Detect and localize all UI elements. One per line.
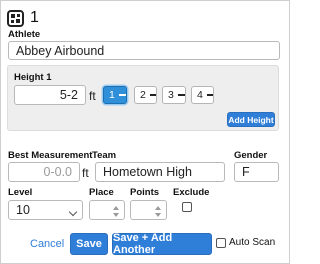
attempt-3-button[interactable]: 3 bbox=[162, 86, 186, 104]
athlete-entry-dialog: 1 Athlete Abbey Airbound Height 1 5-2 ft… bbox=[0, 0, 290, 264]
place-input[interactable] bbox=[89, 200, 125, 220]
height-value-input[interactable]: 5-2 bbox=[14, 85, 86, 105]
athlete-label: Athlete bbox=[8, 29, 41, 40]
dialog-header: 1 bbox=[7, 8, 39, 28]
stepper-icon[interactable] bbox=[154, 206, 161, 217]
chevron-down-icon bbox=[68, 207, 78, 217]
gender-label: Gender bbox=[234, 150, 268, 161]
level-value: 10 bbox=[16, 203, 30, 217]
attempt-1-button[interactable]: 1 bbox=[103, 86, 127, 104]
cancel-button[interactable]: Cancel bbox=[30, 238, 64, 250]
gender-input[interactable]: F bbox=[234, 162, 279, 182]
save-add-another-button[interactable]: Save + Add Another bbox=[112, 232, 212, 256]
attempt-4-button[interactable]: 4 bbox=[191, 86, 214, 104]
stepper-icon[interactable] bbox=[112, 206, 119, 217]
qr-code-icon[interactable] bbox=[7, 9, 24, 27]
best-measurement-unit: ft bbox=[82, 166, 89, 180]
height-unit: ft bbox=[89, 89, 96, 103]
save-button[interactable]: Save bbox=[70, 233, 108, 255]
add-height-button[interactable]: Add Height bbox=[227, 112, 275, 127]
points-input[interactable] bbox=[130, 200, 167, 220]
level-label: Level bbox=[8, 187, 33, 198]
athlete-number: 1 bbox=[30, 9, 39, 26]
best-measurement-input[interactable]: 0-0.0 bbox=[8, 162, 80, 182]
team-label: Team bbox=[92, 150, 117, 161]
best-measurement-label: Best Measurement bbox=[8, 150, 93, 161]
auto-scan-label: Auto Scan bbox=[229, 237, 276, 248]
exclude-checkbox[interactable] bbox=[182, 202, 192, 212]
dash-icon bbox=[149, 93, 156, 97]
dash-icon bbox=[118, 93, 126, 97]
level-select[interactable]: 10 bbox=[8, 200, 83, 220]
points-label: Points bbox=[130, 187, 160, 198]
dash-icon bbox=[206, 93, 213, 97]
attempt-2-button[interactable]: 2 bbox=[134, 86, 157, 104]
team-input[interactable]: Hometown High bbox=[95, 162, 225, 182]
exclude-label: Exclude bbox=[173, 187, 210, 198]
athlete-name-input[interactable]: Abbey Airbound bbox=[8, 41, 280, 60]
auto-scan-checkbox[interactable] bbox=[216, 238, 226, 248]
height-label: Height 1 bbox=[14, 72, 52, 83]
place-label: Place bbox=[89, 187, 114, 198]
dash-icon bbox=[177, 93, 185, 97]
